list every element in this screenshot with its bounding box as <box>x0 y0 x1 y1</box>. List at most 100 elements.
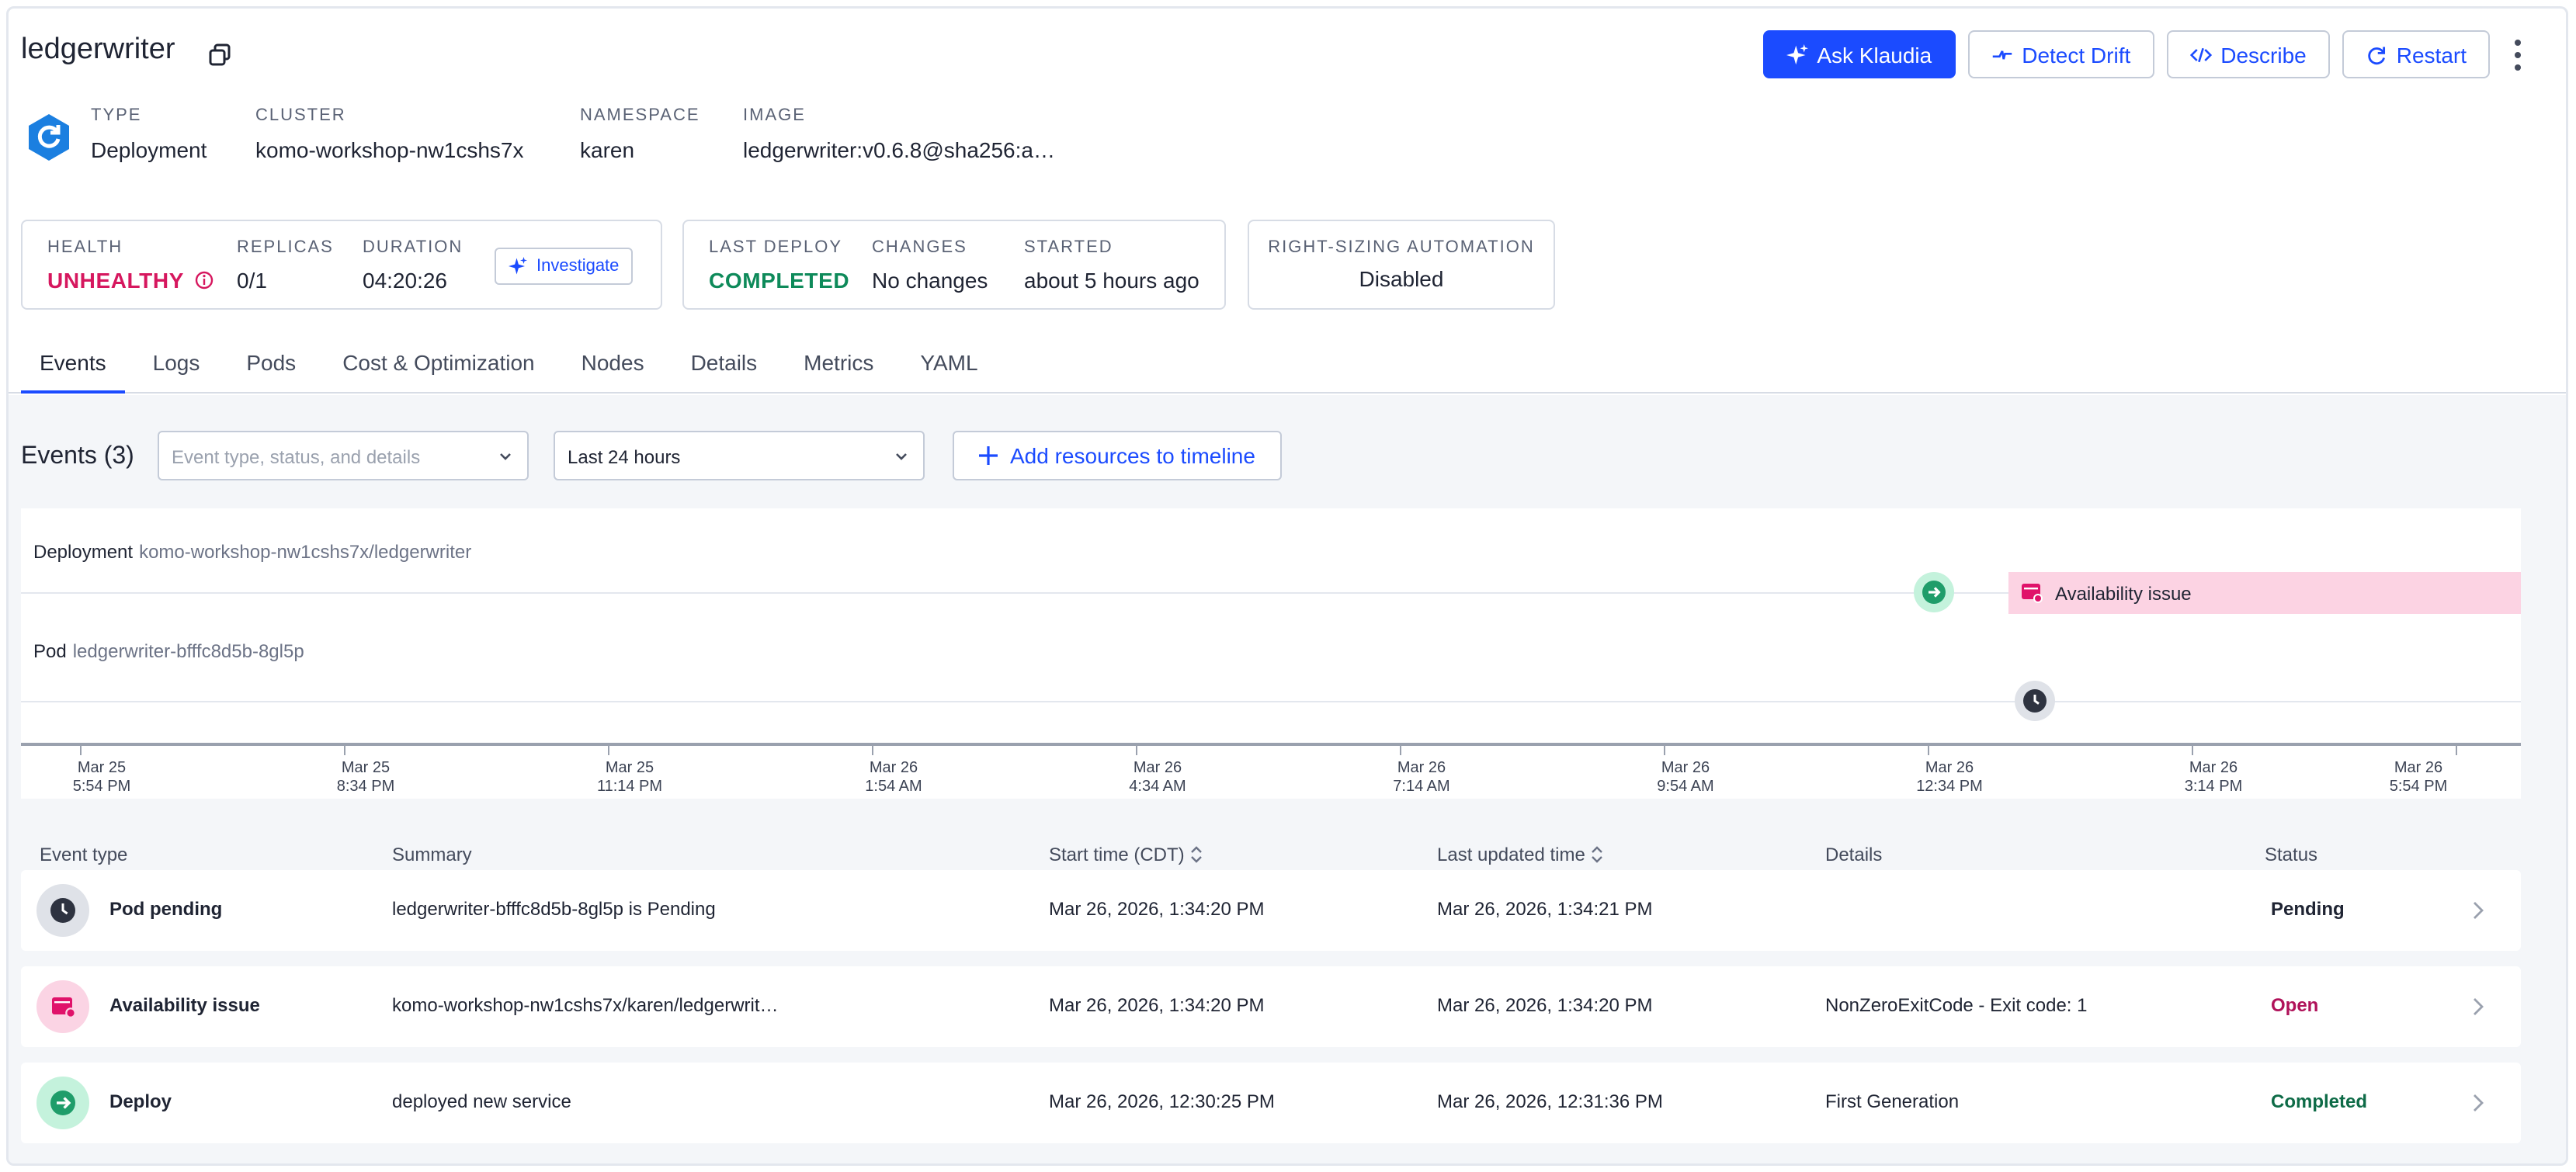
clock-icon <box>2023 689 2047 713</box>
table-row[interactable]: Availability issue komo-workshop-nw1cshs… <box>21 966 2521 1047</box>
rightsizing-value: Disabled <box>1359 266 1444 291</box>
col-start-time[interactable]: Start time (CDT) <box>1049 844 1203 865</box>
lane-pod-name: ledgerwriter-bfffc8d5b-8gl5p <box>72 640 304 662</box>
meta-cluster: CLUSTER komo-workshop-nw1cshs7x <box>255 106 523 162</box>
tab-bar: Events Logs Pods Cost & Optimization Nod… <box>9 335 2566 394</box>
col-event-type-label: Event type <box>40 844 128 865</box>
table-row[interactable]: Deploy deployed new service Mar 26, 2026… <box>21 1063 2521 1143</box>
deploy-marker[interactable] <box>1914 572 1954 612</box>
last-deploy-label: LAST DEPLOY <box>709 238 842 257</box>
tab-events[interactable]: Events <box>21 335 125 394</box>
col-summary: Summary <box>392 844 472 865</box>
header-actions: Ask Klaudia Detect Drift Describe Restar… <box>1762 30 2490 78</box>
events-timeline: Deployment komo-workshop-nw1cshs7x/ledger… <box>21 508 2521 799</box>
tab-details[interactable]: Details <box>672 335 776 394</box>
changes-value: No changes <box>872 268 988 293</box>
tick-time: 9:54 AM <box>1657 778 1714 796</box>
col-summary-label: Summary <box>392 844 472 865</box>
availability-issue-bar[interactable]: Availability issue <box>2008 572 2521 614</box>
timeline-tick-label: Mar 25 8:34 PM <box>304 760 428 797</box>
row-event-type: Pod pending <box>109 898 223 920</box>
tick-date: Mar 25 <box>341 760 391 777</box>
col-last-updated-label: Last updated time <box>1437 844 1585 865</box>
tick-date: Mar 26 <box>1133 760 1182 777</box>
meta-image: IMAGE ledgerwriter:v0.6.8@sha256:a… <box>743 106 1055 162</box>
restart-button[interactable]: Restart <box>2342 30 2490 78</box>
drift-icon <box>1991 50 2012 59</box>
pod-pending-marker[interactable] <box>2015 681 2055 721</box>
event-filter-select[interactable]: Event type, status, and details <box>158 431 529 480</box>
timeline-tick-label: Mar 26 5:54 PM <box>2356 760 2481 797</box>
add-resources-button[interactable]: Add resources to timeline <box>953 431 1282 480</box>
col-details-label: Details <box>1825 844 1883 865</box>
chevron-right-icon[interactable] <box>2471 997 2484 1016</box>
row-summary: deployed new service <box>392 1091 571 1112</box>
tab-metrics[interactable]: Metrics <box>785 335 892 394</box>
row-updated-time: Mar 26, 2026, 12:31:36 PM <box>1437 1091 1663 1112</box>
timeline-tick-label: Mar 25 11:14 PM <box>568 760 692 797</box>
timeline-tick <box>1664 743 1665 755</box>
meta-cluster-value: komo-workshop-nw1cshs7x <box>255 137 524 162</box>
last-deploy-value: COMPLETED <box>709 268 850 293</box>
row-event-type: Availability issue <box>109 994 260 1016</box>
more-options-icon[interactable] <box>2508 36 2527 74</box>
timeline-tick-label: Mar 26 3:14 PM <box>2151 760 2276 797</box>
replicas-field: REPLICAS 0/1 <box>237 238 334 293</box>
chevron-right-icon[interactable] <box>2471 901 2484 920</box>
time-range-value: Last 24 hours <box>568 446 681 468</box>
col-event-type: Event type <box>40 844 127 865</box>
started-field: STARTED about 5 hours ago <box>1024 238 1199 293</box>
row-details: First Generation <box>1825 1091 1960 1112</box>
changes-field: CHANGES No changes <box>872 238 988 293</box>
restart-icon <box>2368 46 2385 64</box>
rightsizing-label: RIGHT-SIZING AUTOMATION <box>1268 238 1535 257</box>
tab-logs[interactable]: Logs <box>134 335 219 394</box>
tab-pods[interactable]: Pods <box>227 335 314 394</box>
timeline-tick-label: Mar 26 7:14 AM <box>1359 760 1484 797</box>
health-label: HEALTH <box>47 238 123 257</box>
timeline-tick <box>1136 743 1137 755</box>
meta-namespace: NAMESPACE karen <box>580 106 700 162</box>
duration-label: DURATION <box>363 238 463 257</box>
tab-nodes[interactable]: Nodes <box>563 335 663 394</box>
meta-type-value: Deployment <box>91 137 207 162</box>
lane-deployment-title: Deployment komo-workshop-nw1cshs7x/ledger… <box>33 541 471 563</box>
time-range-select[interactable]: Last 24 hours <box>554 431 925 480</box>
describe-button[interactable]: Describe <box>2166 30 2330 78</box>
table-row[interactable]: Pod pending ledgerwriter-bfffc8d5b-8gl5p… <box>21 870 2521 951</box>
health-field: HEALTH UNHEALTHY <box>47 238 214 293</box>
tick-time: 5:54 PM <box>2389 778 2448 796</box>
row-status: Open <box>2271 994 2319 1016</box>
row-details: NonZeroExitCode - Exit code: 1 <box>1825 994 2088 1016</box>
info-icon[interactable] <box>195 271 214 290</box>
tick-date: Mar 25 <box>77 760 127 777</box>
timeline-tick <box>344 743 345 755</box>
tick-time: 12:34 PM <box>1916 778 1983 796</box>
detect-drift-button[interactable]: Detect Drift <box>1967 30 2154 78</box>
investigate-button[interactable]: Investigate <box>495 248 634 285</box>
copy-icon[interactable] <box>207 43 232 68</box>
plus-icon <box>979 446 998 465</box>
col-details: Details <box>1825 844 1882 865</box>
arrow-right-circle-icon <box>1922 581 1946 604</box>
chevron-right-icon[interactable] <box>2471 1094 2484 1112</box>
detect-drift-label: Detect Drift <box>2022 42 2131 67</box>
last-deploy-field: LAST DEPLOY COMPLETED <box>709 238 849 293</box>
meta-image-label: IMAGE <box>743 106 806 125</box>
col-status: Status <box>2265 844 2317 865</box>
tick-date: Mar 26 <box>869 760 918 777</box>
tick-date: Mar 26 <box>1925 760 1974 777</box>
tick-date: Mar 26 <box>1661 760 1710 777</box>
tick-date: Mar 26 <box>2189 760 2238 777</box>
tick-time: 1:54 AM <box>865 778 922 796</box>
timeline-tick <box>80 743 82 755</box>
col-last-updated[interactable]: Last updated time <box>1437 844 1604 865</box>
tab-cost-optimization[interactable]: Cost & Optimization <box>324 335 553 394</box>
tick-date: Mar 26 <box>2394 760 2443 777</box>
meta-namespace-label: NAMESPACE <box>580 106 700 125</box>
sparkle-icon <box>509 257 527 275</box>
ask-klaudia-button[interactable]: Ask Klaudia <box>1762 30 1956 78</box>
replicas-value: 0/1 <box>237 268 267 293</box>
sort-icon <box>1592 846 1603 863</box>
tab-yaml[interactable]: YAML <box>901 335 996 394</box>
